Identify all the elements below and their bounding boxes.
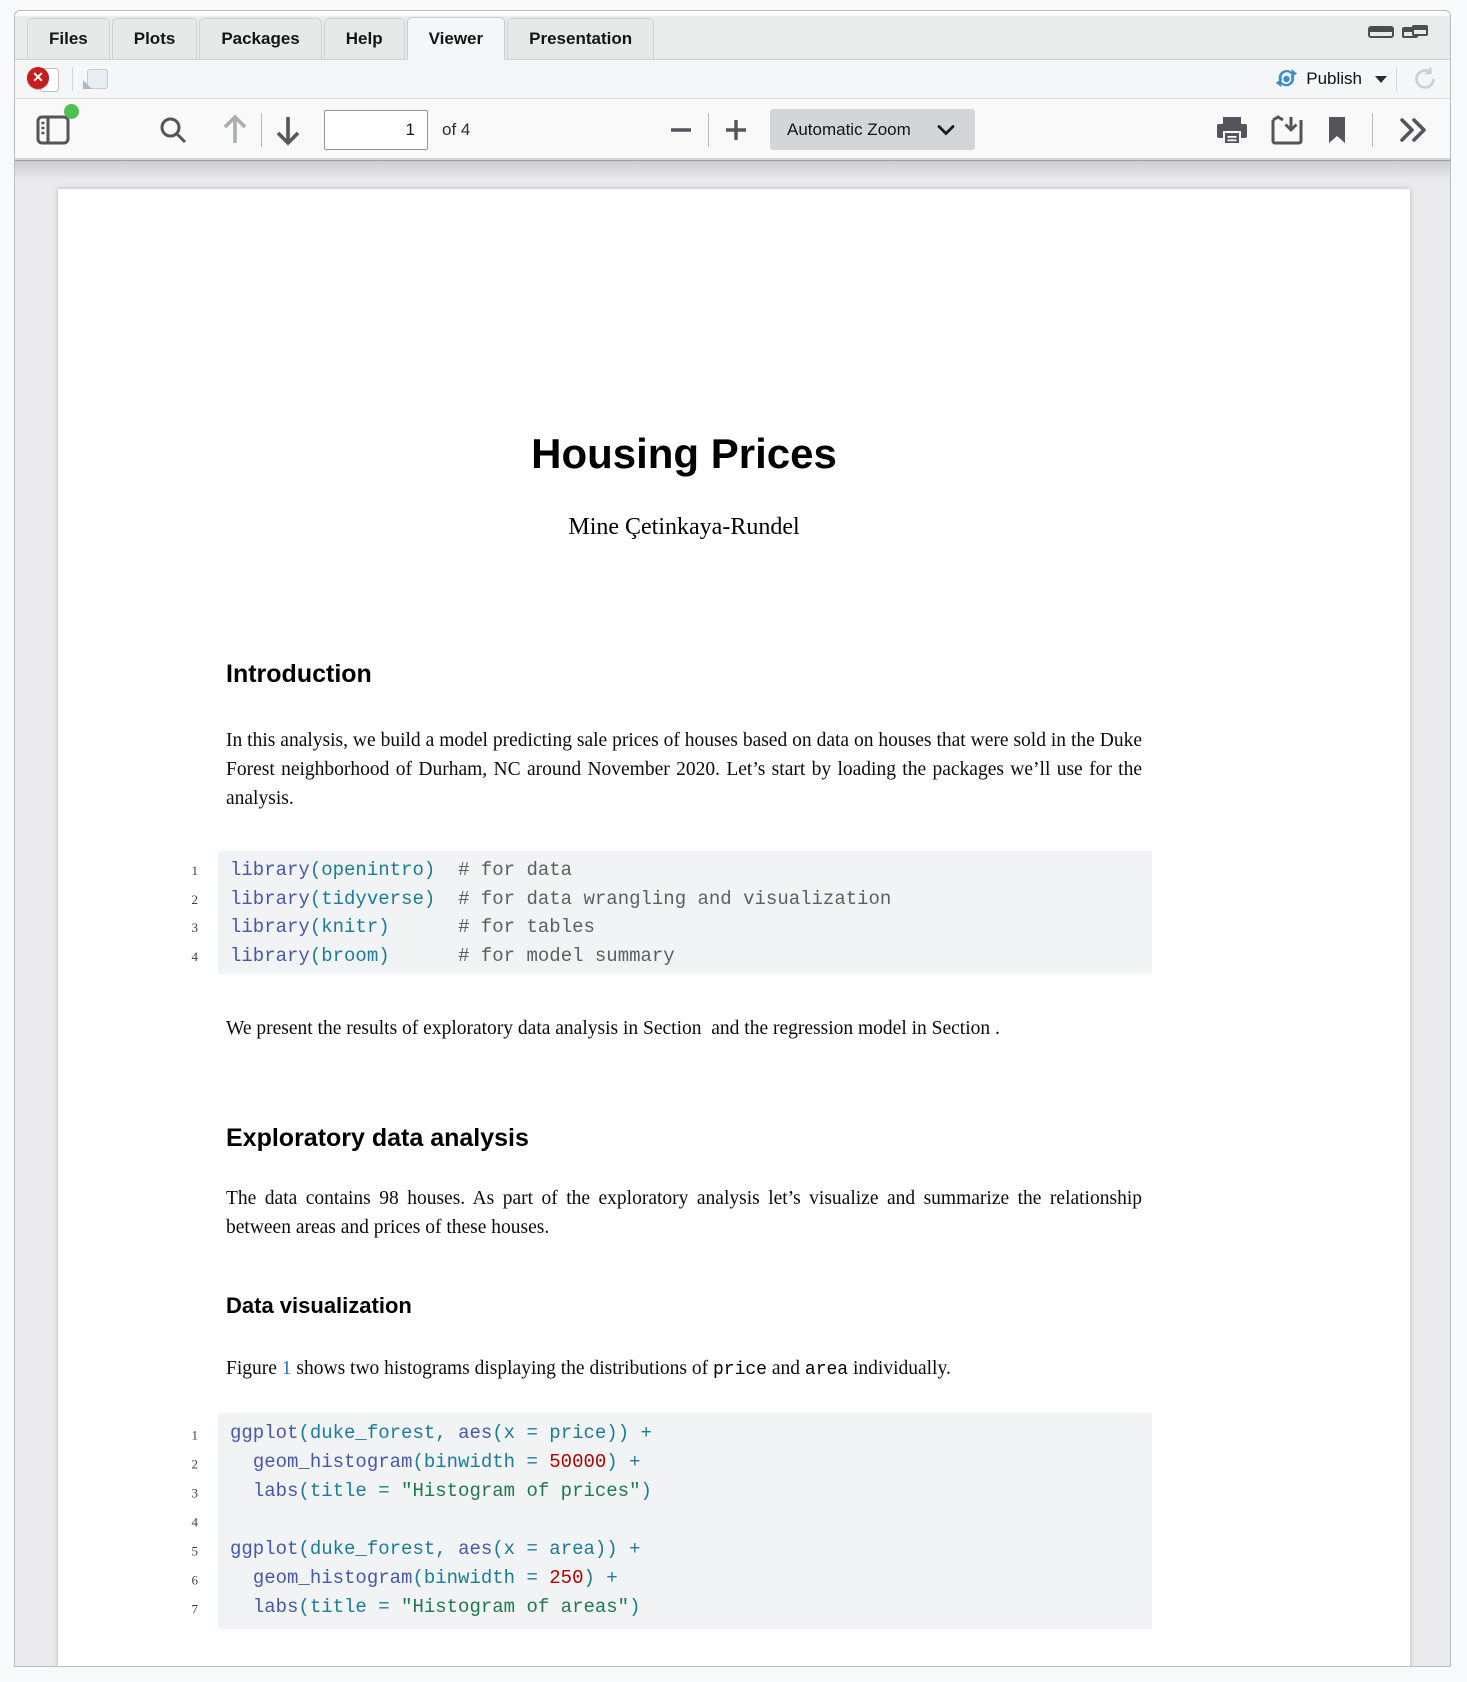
clear-viewer-icon[interactable]: ✕ [27, 66, 63, 93]
toolbar-separator [72, 67, 73, 91]
publish-button[interactable]: Publish [1274, 68, 1387, 90]
code-line: 4library(broom) # for model summary [230, 942, 1152, 971]
inline-code-price: price [713, 1360, 767, 1380]
save-icon[interactable] [1266, 110, 1308, 150]
toolbar-separator [1372, 113, 1373, 147]
section-heading-eda: Exploratory data analysis [226, 1123, 529, 1154]
popout-icon[interactable] [82, 69, 108, 90]
zoom-select-label: Automatic Zoom [787, 120, 911, 140]
pdf-toolbar: of 4 Automatic Zoom [15, 99, 1450, 161]
code-line: 3 labs(title = "Histogram of prices") [230, 1477, 1152, 1506]
zoom-in-button[interactable] [718, 112, 754, 148]
code-line: 7 labs(title = "Histogram of areas") [230, 1593, 1152, 1622]
code-line-number: 2 [174, 1449, 198, 1478]
pdf-viewer-area[interactable]: Housing Prices Mine Çetinkaya-Rundel Int… [15, 158, 1450, 1666]
code-line: 1library(openintro) # for data [230, 856, 1152, 885]
search-button[interactable] [153, 110, 193, 150]
code-line-number: 2 [174, 886, 198, 915]
chevron-down-icon [1375, 76, 1387, 83]
viewer-toolbar: ✕ Publish [15, 60, 1450, 99]
tab-files[interactable]: Files [27, 18, 110, 59]
page-down-button[interactable] [268, 108, 308, 152]
notification-dot [64, 104, 79, 119]
code-line-number: 5 [174, 1536, 198, 1565]
code-line: 1ggplot(duke_forest, aes(x = price)) + [230, 1419, 1152, 1448]
bookmark-icon[interactable] [1322, 111, 1352, 149]
code-line: 3library(knitr) # for tables [230, 913, 1152, 942]
eda-paragraph: The data contains 98 houses. As part of … [226, 1184, 1142, 1242]
more-tools-icon[interactable] [1393, 112, 1433, 148]
figure-sentence-post: individually. [848, 1358, 951, 1379]
document-title: Housing Prices [226, 430, 1142, 478]
code-line: 5ggplot(duke_forest, aes(x = area)) + [230, 1535, 1152, 1564]
code-line: 2library(tidyverse) # for data wrangling… [230, 885, 1152, 914]
tab-presentation[interactable]: Presentation [507, 18, 654, 59]
toolbar-separator [1396, 67, 1397, 91]
pane-tabs: FilesPlotsPackagesHelpViewerPresentation [27, 11, 656, 59]
intro-paragraph: In this analysis, we build a model predi… [226, 726, 1142, 813]
print-icon[interactable] [1212, 110, 1252, 150]
tab-help[interactable]: Help [324, 18, 405, 59]
page-count-label: of 4 [442, 120, 470, 140]
figure-sentence-conj: and [767, 1358, 805, 1379]
code-line-number: 4 [174, 1507, 198, 1536]
pdf-toolbar-right [1212, 99, 1433, 160]
section-heading-introduction: Introduction [226, 659, 372, 690]
publish-label: Publish [1306, 69, 1362, 89]
publish-icon [1274, 68, 1299, 90]
pane-tab-bar: FilesPlotsPackagesHelpViewerPresentation [15, 11, 1450, 60]
code-line: 4 [230, 1506, 1152, 1535]
post-code-paragraph: We present the results of exploratory da… [226, 1014, 1142, 1043]
inline-code-area: area [805, 1360, 848, 1380]
toolbar-separator [708, 113, 709, 147]
sidebar-toggle-button[interactable] [31, 109, 75, 151]
rstudio-pane-window: FilesPlotsPackagesHelpViewerPresentation… [14, 10, 1451, 1667]
code-line-number: 1 [174, 857, 198, 886]
code-line-number: 7 [174, 1594, 198, 1623]
maximize-icon[interactable] [1402, 25, 1428, 38]
tab-plots[interactable]: Plots [112, 18, 198, 59]
code-line-number: 3 [174, 1478, 198, 1507]
figure-reference-link[interactable]: 1 [282, 1358, 292, 1379]
tab-packages[interactable]: Packages [199, 18, 321, 59]
toolbar-separator [261, 113, 262, 147]
code-line: 2 geom_histogram(binwidth = 50000) + [230, 1448, 1152, 1477]
subsection-heading-dataviz: Data visualization [226, 1292, 412, 1320]
document-author: Mine Çetinkaya-Rundel [226, 512, 1142, 542]
zoom-controls: Automatic Zoom [663, 99, 975, 160]
zoom-out-button[interactable] [663, 112, 699, 148]
chevron-down-icon [937, 124, 955, 136]
code-block-ggplot: 1ggplot(duke_forest, aes(x = price)) +2 … [218, 1413, 1152, 1629]
code-line-number: 4 [174, 943, 198, 972]
code-line-number: 1 [174, 1420, 198, 1449]
figure-sentence-mid: shows two histograms displaying the dist… [292, 1358, 713, 1379]
code-line-number: 3 [174, 914, 198, 943]
figure-sentence-pre: Figure [226, 1358, 282, 1379]
figure-paragraph: Figure 1 shows two histograms displaying… [226, 1354, 1142, 1385]
minimize-icon[interactable] [1368, 26, 1394, 38]
page-number-input[interactable] [324, 110, 428, 150]
tab-viewer[interactable]: Viewer [407, 17, 506, 60]
code-line-number: 6 [174, 1565, 198, 1594]
pane-window-buttons [1368, 25, 1428, 38]
code-line: 6 geom_histogram(binwidth = 250) + [230, 1564, 1152, 1593]
pdf-page: Housing Prices Mine Çetinkaya-Rundel Int… [58, 189, 1410, 1666]
page-up-button[interactable] [215, 108, 255, 152]
pdf-page-content: Housing Prices Mine Çetinkaya-Rundel Int… [226, 189, 1142, 1666]
code-block-libraries: 1library(openintro) # for data2library(t… [218, 851, 1152, 974]
zoom-select[interactable]: Automatic Zoom [770, 109, 975, 150]
refresh-icon[interactable] [1412, 66, 1438, 92]
